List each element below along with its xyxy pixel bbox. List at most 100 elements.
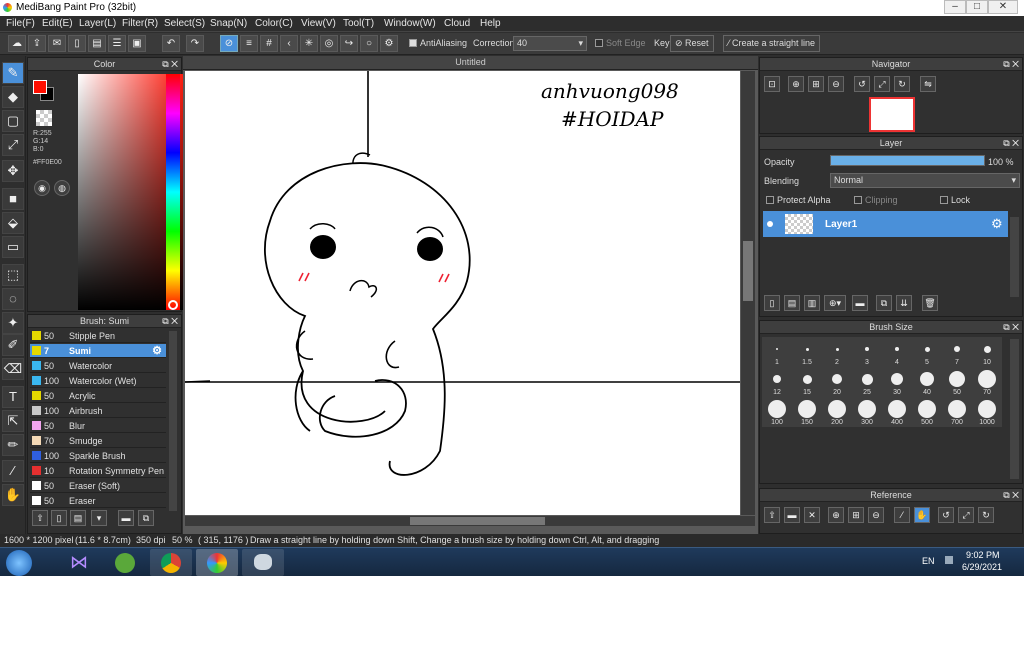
brush-size-option[interactable]: 300	[852, 397, 882, 427]
document-icon[interactable]: ▤	[88, 35, 106, 52]
language-indicator[interactable]: EN	[922, 556, 935, 566]
maximize-button[interactable]: □	[966, 0, 988, 14]
coccoc-icon[interactable]	[104, 549, 146, 576]
hand-tool-icon[interactable]: ✋	[2, 484, 24, 506]
undo-icon[interactable]: ↶	[162, 35, 180, 52]
lasso-tool-icon[interactable]: ◌	[2, 288, 24, 310]
brush-size-option[interactable]: 2	[822, 337, 852, 367]
reference-rotate-left-icon[interactable]: ↺	[938, 507, 954, 523]
select-rect-tool-icon[interactable]: ⬚	[2, 264, 24, 286]
eraser-tool-icon[interactable]: ◆	[2, 86, 24, 108]
fill-rect-tool-icon[interactable]: ■	[2, 188, 24, 210]
visual-studio-icon[interactable]: ⋈	[58, 549, 100, 576]
brush-list-item[interactable]: 7 Sumi ⚙	[30, 344, 166, 358]
brush-settings-icon[interactable]: ▤	[70, 510, 86, 526]
protect-alpha-checkbox[interactable]: Protect Alpha	[766, 195, 831, 205]
menu-tool[interactable]: Tool(T)	[343, 18, 374, 29]
share-icon[interactable]: ⇪	[28, 35, 46, 52]
brush-list-item[interactable]: 50 Eraser (Soft)	[30, 479, 166, 493]
select-eraser-tool-icon[interactable]: ⌫	[2, 358, 24, 380]
start-button[interactable]	[6, 550, 32, 576]
rotate-right-icon[interactable]: ↻	[894, 76, 910, 92]
palette-add-icon[interactable]: ◍	[54, 180, 70, 196]
create-straight-line-button[interactable]: ⁄ Create a straight line	[723, 35, 821, 52]
rectangle-tool-icon[interactable]: ▢	[2, 110, 24, 132]
menu-help[interactable]: Help	[480, 18, 501, 29]
divide-tool-icon[interactable]: ✏	[2, 434, 24, 456]
brush-copy-icon[interactable]: ⧉	[138, 510, 154, 526]
brush-size-option[interactable]: 25	[852, 367, 882, 397]
brush-size-option[interactable]: 500	[912, 397, 942, 427]
new-layer-1bit-icon[interactable]: ▥	[804, 295, 820, 311]
brush-size-option[interactable]: 30	[882, 367, 912, 397]
brush-size-scrollbar[interactable]	[1010, 339, 1019, 479]
soft-edge-toggle[interactable]: Soft Edge	[595, 38, 646, 48]
grid-snap-icon[interactable]: #	[260, 35, 278, 52]
select-pen-tool-icon[interactable]: ✐	[2, 334, 24, 356]
zoom-in-icon[interactable]: ⊕	[788, 76, 804, 92]
brush-size-option[interactable]: 700	[942, 397, 972, 427]
snap-settings-icon[interactable]: ⚙	[380, 35, 398, 52]
brush-size-option[interactable]: 200	[822, 397, 852, 427]
brush-list-item[interactable]: 100 Sparkle Brush	[30, 449, 166, 463]
navigator-thumbnail[interactable]	[869, 97, 915, 132]
parallel-snap-icon[interactable]: ≡	[240, 35, 258, 52]
brush-list-item[interactable]: 50 Acrylic	[30, 389, 166, 403]
curve-snap-icon[interactable]: ↪	[340, 35, 358, 52]
layer-row-layer1[interactable]: Layer1 ⚙	[763, 211, 1008, 237]
brush-size-option[interactable]: 15	[792, 367, 822, 397]
reference-close-icon[interactable]: ✕	[804, 507, 820, 523]
brush-size-option[interactable]: 4	[882, 337, 912, 367]
fit-window-icon[interactable]: ⤢	[874, 76, 890, 92]
operation-tool-icon[interactable]: ⇱	[2, 410, 24, 432]
brush-size-option[interactable]: 150	[792, 397, 822, 427]
reference-fit-icon[interactable]: ⊞	[848, 507, 864, 523]
merge-layer-icon[interactable]: ⇊	[896, 295, 912, 311]
new-layer-icon[interactable]: ▯	[764, 295, 780, 311]
reference-hand-icon[interactable]: ✋	[914, 507, 930, 523]
brush-size-option[interactable]: 40	[912, 367, 942, 397]
perspective-snap-icon[interactable]: ‹	[280, 35, 298, 52]
new-layer-8bit-icon[interactable]: ▤	[784, 295, 800, 311]
add-brush-icon[interactable]: ⇧	[32, 510, 48, 526]
tray-arrow-icon[interactable]	[945, 556, 953, 564]
actual-size-icon[interactable]: ⊞	[808, 76, 824, 92]
brush-size-option[interactable]: 100	[762, 397, 792, 427]
hue-slider[interactable]	[166, 74, 180, 310]
gear-icon[interactable]: ⚙	[152, 344, 162, 357]
medibang-taskbar-icon[interactable]	[196, 549, 238, 576]
lock-checkbox[interactable]: Lock	[940, 195, 970, 205]
reference-fit-window-icon[interactable]: ⤢	[958, 507, 974, 523]
panel-close-icon[interactable]: ⧉ ✕	[1003, 489, 1019, 501]
bucket-tool-icon[interactable]: ⬙	[2, 212, 24, 234]
gradient-tool-icon[interactable]: ▭	[2, 236, 24, 258]
brush-dropdown-icon[interactable]: ▾	[91, 510, 107, 526]
brush-tool-icon[interactable]: ✎	[2, 62, 24, 84]
chrome-icon[interactable]	[150, 549, 192, 576]
magic-wand-tool-icon[interactable]: ✦	[2, 312, 24, 334]
panel-close-icon[interactable]: ⧉ ✕	[1003, 137, 1019, 149]
brush-size-option[interactable]: 1000	[972, 397, 1002, 427]
new-file-icon[interactable]: ▯	[68, 35, 86, 52]
eyedropper-tool-icon[interactable]: ⁄	[2, 460, 24, 482]
concentric-snap-icon[interactable]: ◎	[320, 35, 338, 52]
menu-select[interactable]: Select(S)	[164, 18, 205, 29]
transparent-color-swatch[interactable]	[36, 110, 52, 126]
reference-zoom-in-icon[interactable]: ⊕	[828, 507, 844, 523]
save-icon[interactable]: ▣	[128, 35, 146, 52]
panel-close-icon[interactable]: ⧉ ✕	[162, 58, 178, 70]
redo-icon[interactable]: ↷	[186, 35, 204, 52]
menu-cloud[interactable]: Cloud	[444, 18, 470, 29]
canvas-horizontal-scrollbar[interactable]	[185, 516, 755, 526]
cloud-icon[interactable]: ☁	[8, 35, 26, 52]
brush-list-scrollbar[interactable]	[169, 331, 177, 511]
reference-eyedropper-icon[interactable]: ⁄	[894, 507, 910, 523]
brush-size-option[interactable]: 20	[822, 367, 852, 397]
brush-size-option[interactable]: 5	[912, 337, 942, 367]
text-tool-icon[interactable]: T	[2, 386, 24, 408]
canvas-tab[interactable]: Untitled	[183, 56, 758, 70]
dot-tool-icon[interactable]: ⤢	[2, 134, 24, 156]
brush-size-option[interactable]: 70	[972, 367, 1002, 397]
drawing-canvas[interactable]: anhvuong098 #HOIDAP	[185, 71, 740, 515]
rotate-left-icon[interactable]: ↺	[854, 76, 870, 92]
